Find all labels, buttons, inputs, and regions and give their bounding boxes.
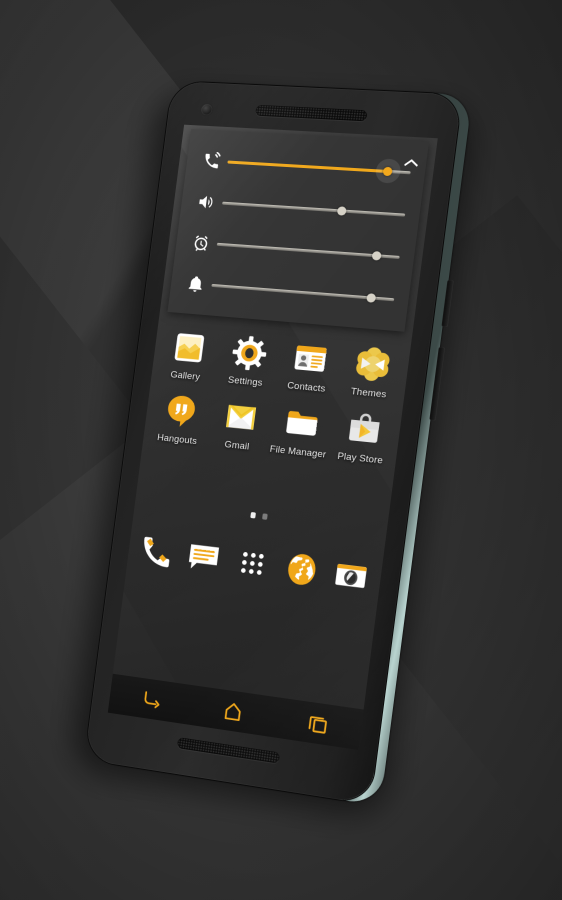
- themes-flower-icon: [351, 344, 393, 385]
- page-dot-active[interactable]: [249, 511, 256, 519]
- back-arrow-icon[interactable]: [133, 683, 169, 715]
- slider-thumb[interactable]: [371, 250, 383, 261]
- app-settings[interactable]: Settings: [214, 332, 281, 390]
- app-play-store[interactable]: Play Store: [328, 408, 398, 468]
- app-label: Settings: [227, 374, 264, 389]
- bottom-speaker-grille: [176, 737, 281, 764]
- slider-track[interactable]: [216, 237, 400, 264]
- app-label: Contacts: [286, 380, 327, 395]
- app-gallery[interactable]: Gallery: [155, 327, 221, 384]
- phone-screen: Gallery Settings Contacts Themes Hangout…: [107, 124, 438, 750]
- app-gmail[interactable]: Gmail: [206, 396, 273, 454]
- recents-squares-icon[interactable]: [299, 707, 337, 740]
- slider-thumb[interactable]: [366, 292, 377, 303]
- slider-thumb[interactable]: [336, 205, 347, 216]
- hangouts-quote-icon: [161, 391, 201, 431]
- slider-track[interactable]: [211, 278, 395, 306]
- phone-handset-icon[interactable]: [137, 532, 176, 571]
- slider-track[interactable]: [227, 155, 412, 184]
- play-store-bag-icon: [343, 409, 385, 450]
- folder-icon: [281, 403, 323, 443]
- earpiece-speaker-grille: [255, 104, 368, 122]
- slider-fill: [227, 160, 389, 173]
- page-dot[interactable]: [261, 513, 268, 520]
- chevron-up-icon[interactable]: [396, 148, 426, 176]
- alarm-clock-icon: [183, 232, 218, 253]
- home-icon[interactable]: [215, 695, 252, 728]
- bell-icon: [178, 273, 213, 294]
- app-hangouts[interactable]: Hangouts: [147, 390, 213, 448]
- message-bubble-icon[interactable]: [184, 538, 223, 578]
- slider-bar: [222, 201, 406, 217]
- app-label: Themes: [350, 386, 388, 401]
- front-camera: [200, 104, 213, 116]
- app-themes[interactable]: Themes: [337, 343, 407, 402]
- app-drawer-grid-icon[interactable]: [232, 543, 272, 583]
- contacts-card-icon: [289, 339, 331, 379]
- gmail-envelope-icon: [220, 397, 261, 437]
- volume-panel: [167, 128, 430, 332]
- globe-icon[interactable]: [281, 549, 322, 589]
- gallery-icon: [169, 328, 209, 367]
- speaker-icon: [188, 191, 223, 212]
- camera-icon[interactable]: [331, 555, 372, 596]
- slider-track[interactable]: [221, 196, 406, 222]
- phone-ring-icon: [194, 150, 229, 170]
- app-file-manager[interactable]: File Manager: [266, 402, 334, 461]
- settings-gear-icon: [228, 333, 269, 373]
- app-contacts[interactable]: Contacts: [275, 337, 344, 395]
- app-label: Gallery: [169, 369, 201, 383]
